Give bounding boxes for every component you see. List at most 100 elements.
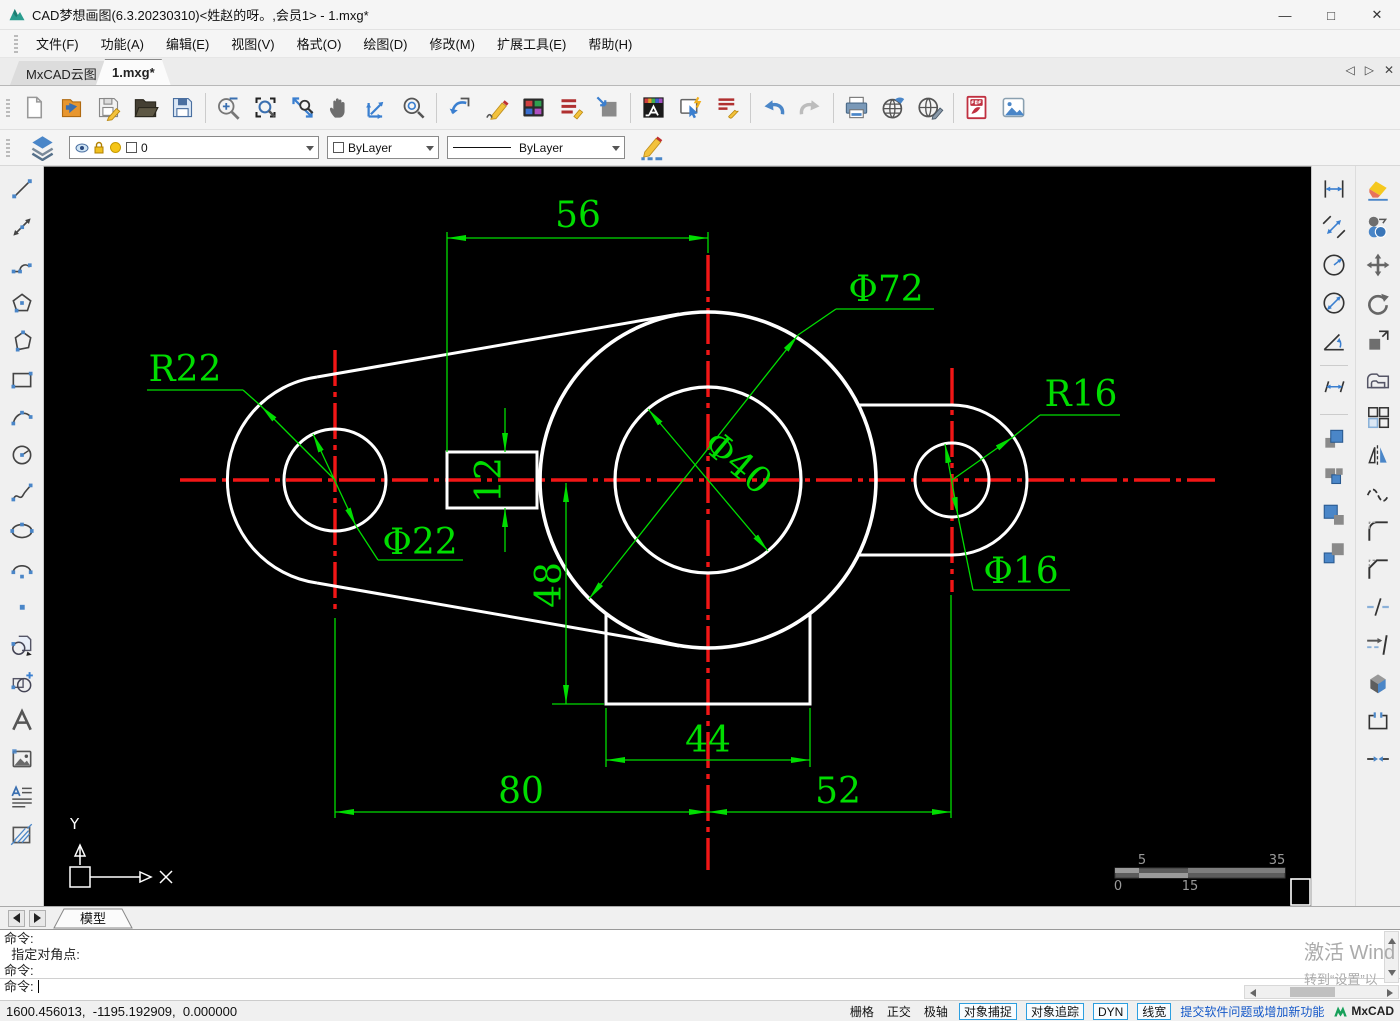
print-button[interactable] <box>838 89 875 127</box>
erase-button[interactable] <box>1361 172 1395 206</box>
toggle-grid[interactable]: 栅格 <box>848 1003 876 1020</box>
fillet-button[interactable] <box>1361 514 1395 548</box>
polyline-button[interactable] <box>5 248 39 282</box>
toggle-otrack[interactable]: 对象追踪 <box>1025 1002 1084 1020</box>
rectangle-button[interactable] <box>5 362 39 396</box>
scrollbar-thumb[interactable] <box>1290 987 1335 997</box>
command-window[interactable]: 命令: 指定对角点: 命令: 命令: 激活 Wind 转到“设置”以 <box>0 929 1400 1000</box>
menu-help[interactable]: 帮助(H) <box>578 31 642 56</box>
draworder-below-button[interactable] <box>1317 536 1351 570</box>
toggle-osnap[interactable]: 对象捕捉 <box>958 1002 1017 1020</box>
toggle-ortho[interactable]: 正交 <box>885 1003 913 1020</box>
break-button[interactable] <box>1361 590 1395 624</box>
zoom-scale-button[interactable] <box>358 89 395 127</box>
linetype-select[interactable]: ByLayer <box>447 136 625 159</box>
mirror-button[interactable] <box>1361 438 1395 472</box>
move-button[interactable] <box>1361 248 1395 282</box>
layer-manager-button[interactable] <box>24 129 61 167</box>
minimize-button[interactable]: — <box>1262 0 1308 30</box>
polygon-button[interactable] <box>5 286 39 320</box>
web-publish-button[interactable] <box>875 89 912 127</box>
tab-close-button[interactable]: ✕ <box>1384 63 1394 77</box>
web-edit-button[interactable] <box>912 89 949 127</box>
command-horizontal-scrollbar[interactable] <box>1244 985 1399 999</box>
menu-function[interactable]: 功能(A) <box>91 31 154 56</box>
rotate-button[interactable] <box>1361 286 1395 320</box>
redo-button[interactable] <box>792 89 829 127</box>
layer-states-button[interactable] <box>552 89 589 127</box>
scale-button[interactable] <box>1361 324 1395 358</box>
command-input-line[interactable]: 命令: <box>0 978 1400 994</box>
tab-current-drawing[interactable]: 1.mxg* <box>96 59 171 85</box>
pdf-export-button[interactable] <box>958 89 995 127</box>
match-properties-button[interactable] <box>709 89 746 127</box>
quick-select-button[interactable] <box>672 89 709 127</box>
layer-select[interactable]: 0 <box>69 136 319 159</box>
drawing-area[interactable]: 56 Φ72 R22 R16 Φ22 Φ16 Φ40 12 48 44 80 5… <box>44 166 1311 906</box>
toggle-lineweight[interactable]: 线宽 <box>1137 1002 1172 1020</box>
mtext-button[interactable] <box>5 780 39 814</box>
block-library-button[interactable] <box>589 89 626 127</box>
menu-modify[interactable]: 修改(M) <box>419 31 485 56</box>
menu-express-tools[interactable]: 扩展工具(E) <box>487 31 576 56</box>
color-select[interactable]: ByLayer <box>327 136 439 159</box>
point-button[interactable] <box>5 590 39 624</box>
zoom-extents-button[interactable] <box>284 89 321 127</box>
hatch-button[interactable] <box>5 818 39 852</box>
toggle-polar[interactable]: 极轴 <box>922 1003 950 1020</box>
construction-line-button[interactable] <box>5 210 39 244</box>
sheet-next-button[interactable] <box>29 909 46 927</box>
text-style-button[interactable] <box>635 89 672 127</box>
offset-button[interactable] <box>1361 362 1395 396</box>
extend-button[interactable] <box>1361 628 1395 662</box>
image-export-button[interactable] <box>995 89 1032 127</box>
line-button[interactable] <box>5 172 39 206</box>
dim-continue-button[interactable] <box>1317 373 1351 407</box>
draworder-above-button[interactable] <box>1317 498 1351 532</box>
lineweight-button[interactable] <box>633 129 670 167</box>
save-button[interactable] <box>90 89 127 127</box>
text-button[interactable] <box>5 704 39 738</box>
ellipse-button[interactable] <box>5 514 39 548</box>
tab-next-button[interactable]: ▷ <box>1365 63 1374 77</box>
toggle-dyn[interactable]: DYN <box>1092 1002 1129 1020</box>
chamfer-button[interactable] <box>1361 552 1395 586</box>
elliptical-arc-button[interactable] <box>5 552 39 586</box>
zoom-center-button[interactable] <box>395 89 432 127</box>
draworder-front-button[interactable] <box>1317 422 1351 456</box>
break-at-point-button[interactable] <box>1361 704 1395 738</box>
undo-button[interactable] <box>755 89 792 127</box>
zoom-in-out-button[interactable] <box>210 89 247 127</box>
menu-view[interactable]: 视图(V) <box>221 31 284 56</box>
color-palette-button[interactable] <box>515 89 552 127</box>
explode-button[interactable] <box>1361 666 1395 700</box>
new-file-button[interactable] <box>16 89 53 127</box>
spline-edit-button[interactable] <box>1361 476 1395 510</box>
menu-file[interactable]: 文件(F) <box>26 31 89 56</box>
save-as-button[interactable] <box>164 89 201 127</box>
close-button[interactable]: ✕ <box>1354 0 1400 30</box>
create-block-button[interactable] <box>5 666 39 700</box>
insert-block-button[interactable] <box>5 628 39 662</box>
menu-draw[interactable]: 绘图(D) <box>353 31 417 56</box>
image-button[interactable] <box>5 742 39 776</box>
array-button[interactable] <box>1361 400 1395 434</box>
dim-linear-button[interactable] <box>1317 172 1351 206</box>
dim-angular-button[interactable] <box>1317 324 1351 358</box>
copy-button[interactable] <box>1361 210 1395 244</box>
feedback-link[interactable]: 提交软件问题或增加新功能 <box>1180 1003 1324 1020</box>
irregular-polygon-button[interactable] <box>5 324 39 358</box>
view-previous-button[interactable] <box>441 89 478 127</box>
draworder-back-button[interactable] <box>1317 460 1351 494</box>
dim-aligned-button[interactable] <box>1317 210 1351 244</box>
arc-button[interactable] <box>5 400 39 434</box>
join-button[interactable] <box>1361 742 1395 776</box>
menu-edit[interactable]: 编辑(E) <box>156 31 219 56</box>
circle-button[interactable] <box>5 438 39 472</box>
command-vertical-scrollbar[interactable] <box>1384 931 1399 983</box>
dim-radius-button[interactable] <box>1317 248 1351 282</box>
dim-diameter-button[interactable] <box>1317 286 1351 320</box>
open-folder-button[interactable] <box>127 89 164 127</box>
tab-prev-button[interactable]: ◁ <box>1345 63 1354 77</box>
sheet-prev-button[interactable] <box>8 909 25 927</box>
